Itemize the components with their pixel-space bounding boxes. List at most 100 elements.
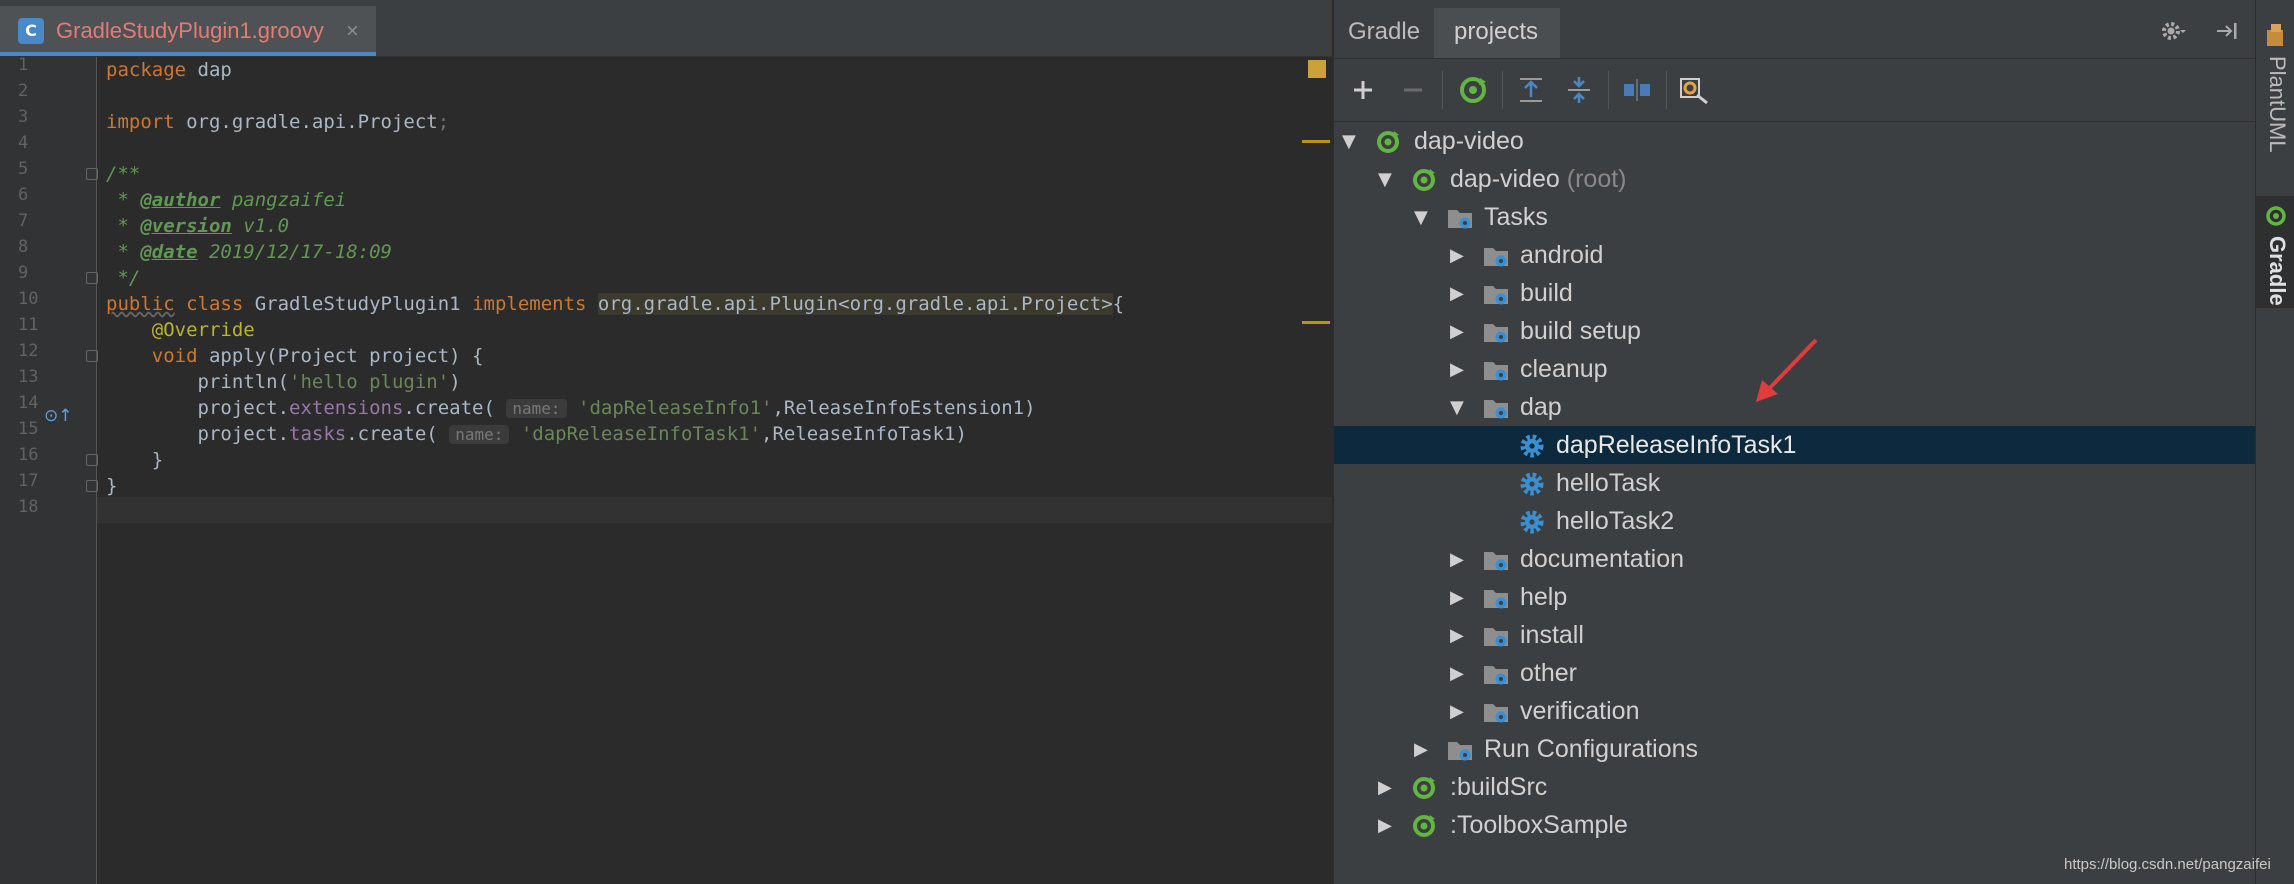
hide-panel-icon[interactable] (2214, 18, 2240, 44)
gradle-module-icon (1413, 169, 1435, 191)
editor-tab-label: GradleStudyPlugin1.groovy (56, 18, 324, 43)
collapse-arrow-icon[interactable]: ▼ (1378, 169, 1392, 190)
refresh-gradle-icon[interactable] (1456, 73, 1490, 107)
tree-row-task-group[interactable]: ▶ install (1334, 616, 2255, 654)
gradle-module-icon (1413, 777, 1435, 799)
expand-arrow-icon[interactable]: ▶ (1450, 701, 1464, 722)
code-line-6: * @author pangzaifei (106, 189, 347, 211)
toolbar-separator (1442, 71, 1443, 109)
tree-row-run-configurations[interactable]: ▶ Run Configurations (1334, 730, 2255, 768)
plantuml-icon (2267, 24, 2283, 46)
tab-projects[interactable]: projects (1434, 8, 1560, 58)
collapse-all-icon[interactable] (1562, 73, 1596, 107)
expand-arrow-icon[interactable]: ▶ (1450, 359, 1464, 380)
code-line-15: project.tasks.create( name: 'dapReleaseI… (106, 423, 967, 445)
tree-row-module[interactable]: ▶ :ToolboxSample (1334, 806, 2255, 844)
tree-row-task-group[interactable]: ▶ help (1334, 578, 2255, 616)
fold-marker[interactable] (86, 454, 98, 466)
expand-arrow-icon[interactable]: ▶ (1378, 815, 1392, 836)
gradle-tool-window: Gradle projects ▼ dap-video ▼ dap-video … (1333, 0, 2255, 884)
tree-row-task-group[interactable]: ▶ other (1334, 654, 2255, 692)
tree-item-label: dap (1520, 393, 1562, 421)
tree-row-task-group[interactable]: ▶ build (1334, 274, 2255, 312)
override-method-icon[interactable]: ⊙↑ (44, 406, 73, 426)
tree-item-label: build (1520, 279, 1573, 307)
line-number: 9 (18, 263, 29, 283)
tree-item-label: Run Configurations (1484, 735, 1699, 763)
fold-marker[interactable] (86, 272, 98, 284)
expand-all-icon[interactable] (1514, 73, 1548, 107)
fold-marker[interactable] (86, 480, 98, 492)
collapse-arrow-icon[interactable]: ▼ (1342, 131, 1356, 152)
task-folder-icon (1484, 704, 1508, 723)
tree-row-task-group[interactable]: ▶ documentation (1334, 540, 2255, 578)
line-number: 11 (18, 315, 39, 335)
expand-arrow-icon[interactable]: ▶ (1450, 587, 1464, 608)
expand-arrow-icon[interactable]: ▶ (1450, 321, 1464, 342)
gear-icon[interactable] (2160, 18, 2186, 44)
line-number: 17 (18, 471, 39, 491)
annotation-arrow-icon (1756, 338, 1818, 402)
line-number-gutter: 1 2 3 4 5 6 7 8 9 10 11 12 13 14 15 16 1… (0, 55, 98, 884)
gear-icon (1520, 510, 1544, 534)
groovy-class-icon: C (18, 18, 44, 44)
line-number: 10 (18, 289, 39, 309)
tree-row-tasks[interactable]: ▼ Tasks (1334, 198, 2255, 236)
tree-row-task-group[interactable]: ▶ verification (1334, 692, 2255, 730)
add-icon[interactable] (1346, 73, 1380, 107)
code-line-8: * @date 2019/12/17-18:09 (106, 241, 392, 263)
tree-row-task-group[interactable]: ▶ android (1334, 236, 2255, 274)
tree-row-task-selected[interactable]: dapReleaseInfoTask1 (1334, 426, 2255, 464)
tree-item-label: install (1520, 621, 1584, 649)
expand-arrow-icon[interactable]: ▶ (1414, 739, 1428, 760)
tree-item-label: :ToolboxSample (1450, 811, 1628, 839)
warning-indicator-icon[interactable] (1308, 60, 1326, 78)
task-folder-icon (1484, 286, 1508, 305)
gear-icon (1520, 434, 1544, 458)
tree-item-label: android (1520, 241, 1604, 269)
remove-icon[interactable] (1396, 73, 1430, 107)
toolbar-separator (1502, 71, 1503, 109)
tree-row-task[interactable]: helloTask2 (1334, 502, 2255, 540)
right-tool-strip: PlantUML Gradle (2255, 0, 2294, 884)
tree-row-task[interactable]: helloTask (1334, 464, 2255, 502)
line-number: 6 (18, 185, 29, 205)
gradle-settings-icon[interactable] (1678, 73, 1712, 107)
task-folder-icon (1484, 248, 1508, 267)
expand-arrow-icon[interactable]: ▶ (1378, 777, 1392, 798)
tree-item-label: help (1520, 583, 1568, 611)
code-editor[interactable]: C GradleStudyPlugin1.groovy × 1 2 3 4 5 … (0, 0, 1332, 884)
code-line-1: package dap (106, 59, 232, 81)
tree-row-project[interactable]: ▼ dap-video (1334, 122, 2255, 160)
expand-arrow-icon[interactable]: ▶ (1450, 245, 1464, 266)
tree-item-label: dap-video (1414, 127, 1524, 155)
tree-row-module[interactable]: ▶ :buildSrc (1334, 768, 2255, 806)
line-number: 8 (18, 237, 29, 257)
collapse-arrow-icon[interactable]: ▼ (1450, 397, 1464, 418)
expand-arrow-icon[interactable]: ▶ (1450, 549, 1464, 570)
tree-item-label: dap-video (root) (1450, 165, 1627, 193)
tree-item-label: other (1520, 659, 1577, 687)
tree-item-label: :buildSrc (1450, 773, 1548, 801)
expand-arrow-icon[interactable]: ▶ (1450, 663, 1464, 684)
tree-row-module[interactable]: ▼ dap-video (root) (1334, 160, 2255, 198)
line-number: 15 (18, 419, 39, 439)
gradle-icon (2266, 206, 2286, 226)
fold-marker[interactable] (86, 350, 98, 362)
link-project-icon[interactable] (1620, 73, 1654, 107)
tab-plantuml[interactable]: PlantUML (2256, 56, 2294, 176)
warning-stripe-mark[interactable] (1302, 321, 1330, 324)
collapse-arrow-icon[interactable]: ▼ (1414, 207, 1428, 228)
code-line-13: println('hello plugin') (106, 371, 461, 393)
expand-arrow-icon[interactable]: ▶ (1450, 625, 1464, 646)
tab-gradle[interactable]: Gradle (2256, 196, 2294, 308)
line-number: 2 (18, 81, 29, 101)
close-tab-icon[interactable]: × (346, 18, 359, 44)
fold-marker[interactable] (86, 168, 98, 180)
toolbar-separator (1608, 71, 1609, 109)
code-line-5: /** (106, 163, 141, 185)
warning-stripe-mark[interactable] (1302, 140, 1330, 143)
editor-tab-gradle-study-plugin[interactable]: C GradleStudyPlugin1.groovy × (0, 6, 376, 56)
line-number: 7 (18, 211, 29, 231)
expand-arrow-icon[interactable]: ▶ (1450, 283, 1464, 304)
